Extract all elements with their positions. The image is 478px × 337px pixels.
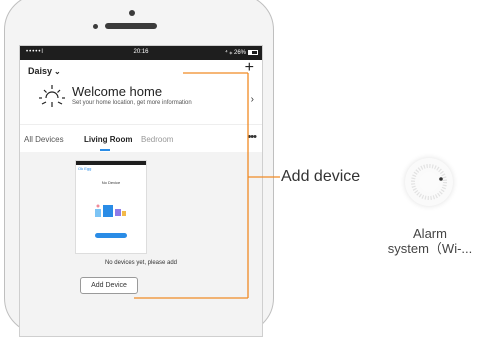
- phone-frame: •••••l 20:16 ⁴ ⁎ 26% Daisy ⌄ + Welcome h…: [4, 0, 274, 337]
- room-tabs: All Devices Living Room Bedroom •••: [20, 124, 262, 153]
- user-name: Daisy: [28, 66, 53, 76]
- device-name: Alarm system（Wi-...: [380, 226, 478, 256]
- callout-label: Add device: [281, 168, 361, 185]
- room-content: Ok Egg No Device No devices yet, please …: [20, 152, 262, 336]
- tab-all-devices[interactable]: All Devices: [24, 135, 64, 144]
- camera-dot: [129, 10, 135, 16]
- empty-message: No devices yet, please add: [104, 260, 178, 266]
- chevron-down-icon: ⌄: [54, 67, 61, 76]
- tab-bedroom[interactable]: Bedroom: [141, 135, 173, 144]
- chevron-right-icon: ›: [250, 94, 254, 105]
- battery-icon: [248, 50, 258, 55]
- speaker-slot: [105, 23, 157, 29]
- welcome-subtitle: Set your home location, get more informa…: [72, 100, 192, 106]
- home-selector[interactable]: Daisy ⌄: [28, 66, 61, 76]
- device-name-line2: system（Wi-...: [387, 241, 473, 256]
- add-device-plus-icon[interactable]: +: [245, 60, 254, 76]
- status-bar: •••••l 20:16 ⁴ ⁎ 26%: [20, 46, 262, 60]
- more-icon[interactable]: •••: [247, 131, 257, 143]
- status-right: ⁴ ⁎ 26%: [225, 50, 246, 56]
- alarm-sensor-icon: [411, 164, 447, 200]
- mini-title: No Device: [101, 180, 121, 185]
- mini-header: Ok Egg: [78, 166, 92, 171]
- sun-icon: [39, 85, 65, 107]
- app-header: Daisy ⌄ +: [20, 60, 262, 82]
- app-screen: •••••l 20:16 ⁴ ⁎ 26% Daisy ⌄ + Welcome h…: [19, 45, 263, 337]
- welcome-banner[interactable]: Welcome home Set your home location, get…: [20, 82, 262, 124]
- mini-add-button: [95, 233, 127, 238]
- sensor-dot: [93, 24, 98, 29]
- welcome-title: Welcome home: [72, 84, 163, 99]
- devices-illustration-icon: [95, 204, 126, 217]
- add-device-button[interactable]: Add Device: [80, 277, 138, 294]
- alarm-device-icon[interactable]: [405, 158, 453, 206]
- tab-living-room[interactable]: Living Room: [84, 135, 132, 144]
- empty-state-illustration: Ok Egg No Device: [75, 160, 147, 254]
- device-name-line1: Alarm: [413, 226, 447, 241]
- active-tab-indicator: [100, 149, 110, 151]
